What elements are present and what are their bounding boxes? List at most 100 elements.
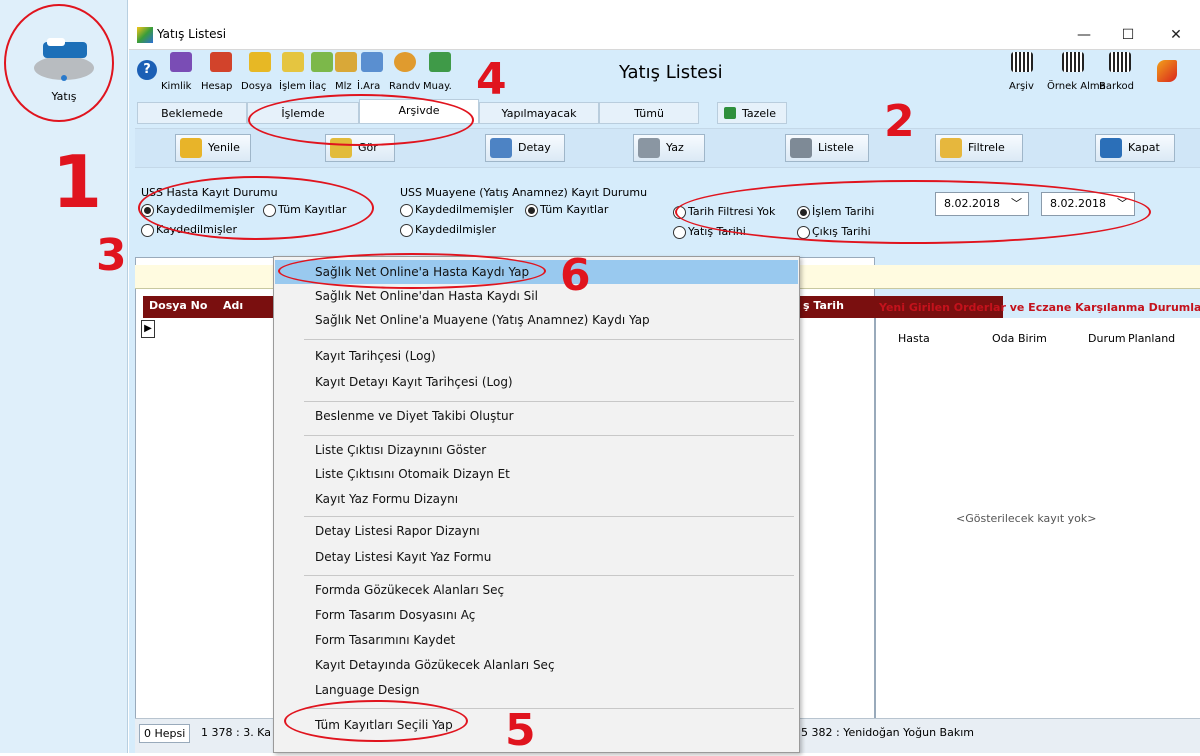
annotation-number-6: 6	[560, 250, 591, 301]
refresh-button[interactable]: Tazele	[717, 102, 787, 124]
annotation-circle-5	[284, 700, 468, 742]
listele-button[interactable]: Listele	[785, 134, 869, 162]
col-dosya-no[interactable]: Dosya No	[149, 299, 207, 312]
printer-icon	[638, 138, 660, 158]
col-hasta: Hasta	[898, 332, 930, 345]
filtrele-button[interactable]: Filtrele	[935, 134, 1023, 162]
toolbar-title: Yatış Listesi	[619, 62, 723, 83]
menu-item-language-design[interactable]: Language Design	[275, 678, 798, 702]
logo-icon	[1157, 60, 1177, 82]
annotation-number-5: 5	[505, 705, 536, 756]
help-icon[interactable]: ?	[137, 60, 157, 80]
hesap-button[interactable]: Hesap	[201, 52, 241, 92]
radio-muayene-tum[interactable]: Tüm Kayıtlar	[525, 202, 608, 218]
menu-item-detay-alanlari-sec[interactable]: Kayıt Detayında Gözükecek Alanları Seç	[275, 653, 798, 677]
barcode-icon	[1062, 52, 1084, 72]
menu-item-liste-dizayn-goster[interactable]: Liste Çıktısı Dizaynını Göster	[275, 438, 798, 462]
menu-item-kayit-detayi-tarihcesi[interactable]: Kayıt Detayı Kayıt Tarihçesi (Log)	[275, 370, 798, 394]
mlz-button[interactable]: Mlz	[335, 52, 357, 92]
list-printer-icon	[790, 138, 812, 158]
ornek-alma-button[interactable]: Örnek Alma	[1047, 52, 1106, 92]
row-indicator-icon: ▶	[141, 320, 155, 338]
annotation-number-4: 4	[476, 54, 507, 105]
document-icon	[490, 138, 512, 158]
status-all[interactable]: 0 Hepsi	[139, 724, 191, 743]
context-menu: Sağlık Net Online'a Hasta Kaydı Yap Sağl…	[273, 256, 800, 753]
kimlik-button[interactable]: Kimlik	[161, 52, 201, 92]
tab-yapilmayacak[interactable]: Yapılmayacak	[479, 102, 599, 124]
menu-separator	[304, 435, 794, 436]
refresh-icon	[724, 107, 736, 119]
status-segment-1: 1 378 : 3. Ka	[201, 726, 271, 739]
menu-separator	[304, 516, 794, 517]
tab-tumu[interactable]: Tümü	[599, 102, 699, 124]
clock-icon	[394, 52, 416, 72]
folder-arrow-icon	[249, 52, 271, 72]
menu-item-beslenme-diyet[interactable]: Beslenme ve Diyet Takibi Oluştur	[275, 404, 798, 428]
menu-item-alanlari-sec[interactable]: Formda Gözükecek Alanları Seç	[275, 578, 798, 602]
app-icon	[137, 27, 153, 43]
menu-separator	[304, 575, 794, 576]
muayene-button[interactable]: Muay.	[423, 52, 457, 92]
window-title: Yatış Listesi	[157, 27, 227, 41]
annotation-number-1: 1	[52, 140, 103, 224]
empty-message: <Gösterilecek kayıt yok>	[956, 512, 1097, 525]
barcode-icon	[1109, 52, 1131, 72]
filter-icon	[940, 138, 962, 158]
arsiv-button[interactable]: Arşiv	[1009, 52, 1035, 92]
barkod-button[interactable]: Barkod	[1099, 52, 1141, 92]
randevu-button[interactable]: Randv	[389, 52, 421, 92]
doctors-icon	[429, 52, 451, 72]
right-pane-title: Yeni Girilen Orderlar ve Eczane Karşılan…	[879, 301, 1200, 314]
menu-separator	[304, 339, 794, 340]
menu-item-tasarim-kaydet[interactable]: Form Tasarımını Kaydet	[275, 628, 798, 652]
menu-item-tasarim-ac[interactable]: Form Tasarım Dosyasını Aç	[275, 603, 798, 627]
medicine-icon	[311, 52, 333, 72]
orders-pane: Hasta Oda Birim Durum Planland <Gösteril…	[875, 318, 1200, 738]
menu-item-otomatik-dizayn[interactable]: Liste Çıktısını Otomaik Dizayn Et	[275, 462, 798, 486]
col-adi[interactable]: Adı	[223, 299, 243, 312]
menu-separator	[304, 401, 794, 402]
ara-button[interactable]: İ.Ara	[357, 52, 387, 92]
ilac-button[interactable]: İlaç	[309, 52, 335, 92]
menu-item-detay-kayit-yaz[interactable]: Detay Listesi Kayıt Yaz Formu	[275, 545, 798, 569]
col-oda: Oda	[992, 332, 1015, 345]
id-card-icon	[170, 52, 192, 72]
pencil-icon	[180, 138, 202, 158]
annotation-number-3: 3	[96, 230, 127, 281]
annotation-circle-2	[675, 180, 1151, 244]
title-bar: Yatış Listesi — ☐ ✕	[129, 20, 1200, 50]
menu-item-kayit-tarihcesi[interactable]: Kayıt Tarihçesi (Log)	[275, 344, 798, 368]
menu-item-kayit-yaz-formu[interactable]: Kayıt Yaz Formu Dizaynı	[275, 487, 798, 511]
folder-icon	[282, 52, 304, 72]
uss-muayene-title: USS Muayene (Yatış Anamnez) Kayıt Durumu	[400, 186, 648, 199]
detay-button[interactable]: Detay	[485, 134, 565, 162]
annotation-circle-3	[138, 176, 374, 240]
menu-item-muayene-kaydi-yap[interactable]: Sağlık Net Online'a Muayene (Yatış Anamn…	[275, 308, 798, 332]
maximize-button[interactable]: ☐	[1111, 22, 1145, 48]
col-planland: Planland	[1128, 332, 1176, 345]
col-durum: Durum	[1088, 332, 1126, 345]
annotation-number-2: 2	[884, 96, 915, 147]
radio-muayene-kaydedilmisler[interactable]: Kaydedilmişler	[400, 222, 496, 238]
dosya-button[interactable]: Dosya	[241, 52, 279, 92]
menu-item-hasta-kaydi-sil[interactable]: Sağlık Net Online'dan Hasta Kaydı Sil	[275, 284, 798, 308]
exit-icon	[1100, 138, 1122, 158]
annotation-circle-1	[4, 4, 114, 122]
kapat-button[interactable]: Kapat	[1095, 134, 1175, 162]
menu-item-detay-rapor-dizayni[interactable]: Detay Listesi Rapor Dizaynı	[275, 519, 798, 543]
tab-beklemede[interactable]: Beklemede	[137, 102, 247, 124]
annotation-circle-6	[278, 253, 546, 289]
col-birim: Birim	[1018, 332, 1047, 345]
close-button[interactable]: ✕	[1159, 22, 1193, 48]
yaz-button[interactable]: Yaz	[633, 134, 705, 162]
annotation-circle-4	[248, 94, 474, 146]
minimize-button[interactable]: —	[1067, 22, 1101, 48]
material-icon	[335, 52, 357, 72]
col-tarih[interactable]: ş Tarih	[803, 299, 844, 312]
yenile-button[interactable]: Yenile	[175, 134, 251, 162]
calculator-icon	[210, 52, 232, 72]
radio-muayene-kaydedilmemisler[interactable]: Kaydedilmemişler	[400, 202, 513, 218]
barcode-icon	[1011, 52, 1033, 72]
islem-button[interactable]: İşlem	[279, 52, 307, 92]
